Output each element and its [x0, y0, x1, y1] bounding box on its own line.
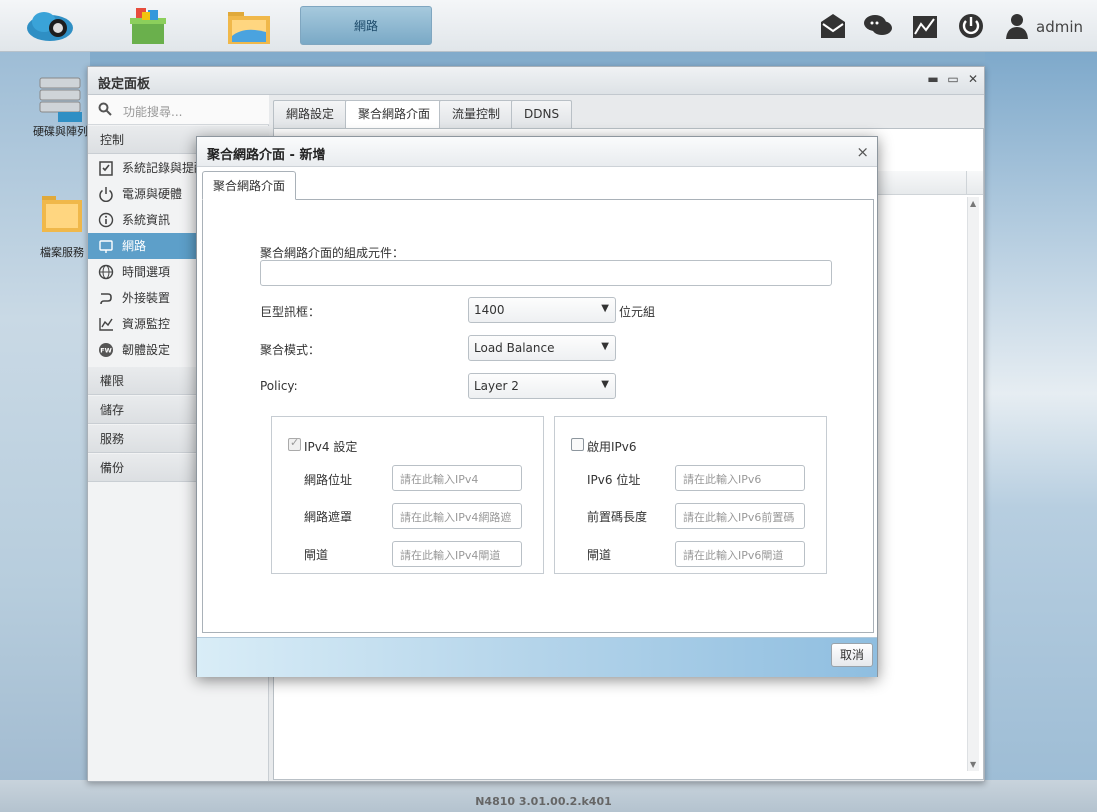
dialog-footer: 取消 [197, 637, 877, 677]
panel-titlebar[interactable]: 設定面板 ▬ ▭ ✕ [88, 67, 984, 95]
chart-icon [99, 318, 113, 331]
function-search[interactable]: 功能搜尋... [88, 95, 269, 125]
dialog-body: 聚合網路介面的組成元件： 巨型訊框： 1400 ▼ 位元組 聚合模式： Load… [202, 199, 874, 633]
svg-text:FW: FW [100, 347, 112, 355]
chevron-down-icon: ▼ [601, 341, 609, 352]
close-icon[interactable]: × [856, 143, 869, 161]
ipv4-checkbox[interactable] [288, 436, 301, 451]
ipv4-checkbox-label: IPv4 設定 [304, 440, 358, 454]
minimize-icon[interactable]: ▬ [926, 72, 940, 86]
tab-link-aggregation[interactable]: 聚合網路介面 [345, 100, 444, 129]
sidebar-item-label: 外接裝置 [122, 291, 171, 305]
link-aggregation-add-dialog: 聚合網路介面 - 新增 × 聚合網路介面 聚合網路介面的組成元件： 巨型訊框： … [196, 136, 878, 677]
policy-select[interactable]: Layer 2 ▼ [468, 373, 616, 399]
sidebar-item-label: 系統記錄與提醒 [122, 161, 207, 175]
close-icon[interactable]: ✕ [966, 72, 980, 86]
ipv4-settings-group: IPv4 設定 網路位址 請在此輸入IPv4 網路遮罩 請在此輸入IPv4網路遮… [271, 416, 544, 574]
panel-scrollbar[interactable]: ▲ ▼ [967, 197, 979, 771]
ipv6-checkbox[interactable] [571, 438, 584, 451]
sidebar-item-label: 資源監控 [122, 317, 171, 331]
ipv6-gateway-label: 閘道 [587, 548, 612, 562]
aggregation-mode-select[interactable]: Load Balance ▼ [468, 335, 616, 361]
sidebar-item-label: 時間選項 [122, 265, 171, 279]
policy-value: Layer 2 [474, 379, 519, 393]
ipv6-address-label: IPv6 位址 [587, 473, 641, 487]
sidebar-item-label: 電源與硬體 [122, 187, 183, 201]
sidebar-item-label: 網路 [122, 239, 147, 253]
chat-icon[interactable] [863, 12, 893, 40]
power-icon[interactable] [956, 12, 986, 40]
tab-network-settings[interactable]: 網路設定 [273, 100, 348, 128]
ipv4-netmask-label: 網路遮罩 [304, 510, 353, 524]
tab-link-aggregation[interactable]: 聚合網路介面 [202, 171, 297, 200]
globe-icon [98, 264, 114, 280]
chevron-down-icon: ▼ [601, 379, 609, 390]
policy-label: Policy: [260, 379, 298, 393]
search-icon [98, 102, 112, 116]
file-folder-icon[interactable] [224, 6, 276, 46]
dialog-titlebar[interactable]: 聚合網路介面 - 新增 × [197, 137, 877, 167]
jumbo-frame-value: 1400 [474, 303, 505, 317]
components-label: 聚合網路介面的組成元件： [260, 246, 405, 260]
grid-header-divider [966, 171, 967, 195]
file-service-icon[interactable] [40, 192, 84, 239]
firmware-version: N4810 3.01.00.2.k401 [475, 795, 612, 808]
raid-disk-icon[interactable] [38, 76, 82, 125]
info-icon [98, 212, 114, 228]
search-input[interactable]: 功能搜尋... [123, 103, 182, 120]
panel-title: 設定面板 [98, 77, 151, 92]
ipv6-gateway-field[interactable]: 請在此輸入IPv6閘道 [675, 541, 805, 567]
jumbo-frame-label: 巨型訊框： [260, 305, 321, 319]
cloud-app-icon[interactable] [24, 6, 76, 46]
chevron-down-icon: ▼ [601, 303, 609, 314]
scroll-up-icon[interactable]: ▲ [970, 199, 976, 208]
ipv4-address-label: 網路位址 [304, 473, 353, 487]
jumbo-frame-select[interactable]: 1400 ▼ [468, 297, 616, 323]
sidebar-item-label: 韌體設定 [122, 343, 171, 357]
maximize-icon[interactable]: ▭ [946, 72, 960, 86]
desktop-icon-label[interactable]: 硬碟與陣列 [33, 123, 88, 139]
jumbo-frame-unit: 位元組 [619, 305, 656, 319]
user-name[interactable]: admin [1036, 18, 1083, 36]
ipv4-gateway-field[interactable]: 請在此輸入IPv4閘道 [392, 541, 522, 567]
ipv4-netmask-field[interactable]: 請在此輸入IPv4網路遮 [392, 503, 522, 529]
ipv6-settings-group: 啟用IPv6 IPv6 位址 請在此輸入IPv6 前置碼長度 請在此輸入IPv6… [554, 416, 827, 574]
top-taskbar: 網路 admin [0, 0, 1097, 52]
tab-traffic-control[interactable]: 流量控制 [439, 100, 514, 128]
desktop-background [0, 52, 90, 812]
desktop-icon-label[interactable]: 檔案服務 [40, 244, 84, 260]
aggregation-mode-value: Load Balance [474, 341, 555, 355]
app-tab-network[interactable]: 網路 [300, 6, 432, 45]
desktop-background-right [985, 52, 1097, 812]
ipv6-prefix-field[interactable]: 請在此輸入IPv6前置碼 [675, 503, 805, 529]
tab-ddns[interactable]: DDNS [511, 100, 573, 128]
aggregation-mode-label: 聚合模式： [260, 343, 321, 357]
graph-icon[interactable] [910, 12, 940, 40]
ipv6-prefix-label: 前置碼長度 [587, 510, 648, 524]
app-store-icon[interactable] [122, 6, 174, 46]
usb-icon [100, 293, 112, 305]
scroll-down-icon[interactable]: ▼ [970, 760, 976, 769]
mail-icon[interactable] [818, 12, 848, 40]
network-icon [99, 240, 113, 253]
sidebar-item-label: 系統資訊 [122, 213, 171, 227]
ipv6-checkbox-label: 啟用IPv6 [587, 440, 637, 454]
user-icon[interactable] [1004, 12, 1034, 40]
firmware-icon: FW [99, 343, 113, 357]
dialog-title: 聚合網路介面 - 新增 [207, 148, 326, 163]
ipv6-address-field[interactable]: 請在此輸入IPv6 [675, 465, 805, 491]
cancel-button[interactable]: 取消 [831, 643, 874, 667]
components-field[interactable] [260, 260, 832, 286]
power-icon [99, 187, 113, 202]
ipv4-address-field[interactable]: 請在此輸入IPv4 [392, 465, 522, 491]
checklist-icon [99, 161, 113, 176]
ipv4-gateway-label: 閘道 [304, 548, 329, 562]
